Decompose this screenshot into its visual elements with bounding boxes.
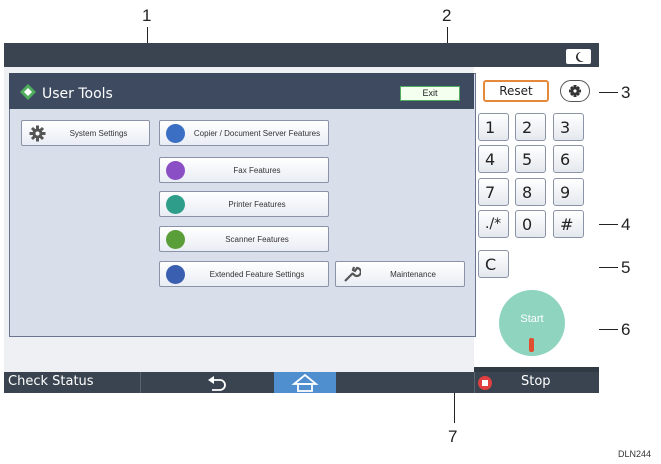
fax-icon: [166, 161, 185, 180]
gear-icon: [28, 124, 47, 143]
back-arrow-icon: [208, 376, 226, 391]
divider: [140, 372, 141, 393]
callout-6: 6: [621, 320, 631, 339]
exit-button[interactable]: Exit: [400, 86, 460, 101]
top-bar: [4, 43, 599, 67]
tile-label: Maintenance: [390, 269, 436, 279]
callout-7: 7: [448, 427, 458, 446]
key-7[interactable]: 7: [478, 178, 509, 206]
key-8[interactable]: 8: [515, 178, 546, 206]
gear-icon: [569, 85, 581, 97]
key-5[interactable]: 5: [515, 145, 546, 173]
scanner-icon: [166, 230, 185, 249]
key-9[interactable]: 9: [553, 178, 584, 206]
callout-2: 2: [442, 6, 452, 25]
start-indicator: [529, 338, 534, 352]
plus-icon: [166, 265, 185, 284]
wrench-icon: [342, 265, 362, 284]
tile-label: Copier / Document Server Features: [193, 128, 321, 138]
key-0[interactable]: 0: [515, 210, 546, 238]
key-4[interactable]: 4: [478, 145, 509, 173]
tile-fax[interactable]: Fax Features: [159, 157, 329, 183]
tile-system-settings[interactable]: System Settings: [21, 120, 150, 146]
settings-button[interactable]: [560, 80, 590, 102]
key-3[interactable]: 3: [553, 113, 584, 141]
stop-button[interactable]: Stop: [474, 372, 599, 393]
printer-icon: [166, 195, 185, 214]
tile-copier[interactable]: Copier / Document Server Features: [159, 120, 329, 146]
tile-label: Scanner Features: [225, 234, 289, 244]
clear-key[interactable]: C: [478, 250, 509, 278]
energy-saver-button[interactable]: [566, 49, 591, 64]
key-hash[interactable]: #: [553, 210, 584, 238]
tile-maintenance[interactable]: Maintenance: [335, 261, 465, 287]
tile-printer[interactable]: Printer Features: [159, 191, 329, 217]
key-dot-star[interactable]: ./*: [478, 210, 509, 238]
stop-label: Stop: [521, 374, 551, 389]
tile-scanner[interactable]: Scanner Features: [159, 226, 329, 252]
home-button[interactable]: [274, 372, 336, 393]
start-label: Start: [520, 313, 544, 325]
reset-button[interactable]: Reset: [483, 80, 549, 102]
start-button[interactable]: Start: [499, 290, 565, 356]
stop-icon: [478, 376, 492, 390]
figure-id: DLN244: [618, 449, 652, 459]
panel-title: User Tools: [42, 86, 113, 102]
key-6[interactable]: 6: [553, 145, 584, 173]
moon-icon: [576, 52, 584, 62]
key-1[interactable]: 1: [478, 113, 509, 141]
key-2[interactable]: 2: [515, 113, 546, 141]
tile-extended-features[interactable]: Extended Feature Settings: [159, 261, 329, 287]
tile-label: System Settings: [69, 128, 128, 138]
tile-label: Printer Features: [228, 199, 286, 209]
home-icon: [291, 373, 319, 392]
tile-label: Extended Feature Settings: [209, 269, 305, 279]
user-tools-icon: [19, 83, 37, 101]
tile-label: Fax Features: [233, 165, 281, 175]
callout-1: 1: [142, 6, 152, 25]
callout-4: 4: [621, 215, 631, 234]
callout-5: 5: [621, 258, 631, 277]
check-status-button[interactable]: Check Status: [8, 374, 94, 389]
back-button[interactable]: [188, 374, 246, 392]
callout-3: 3: [621, 83, 631, 102]
copier-icon: [166, 124, 185, 143]
